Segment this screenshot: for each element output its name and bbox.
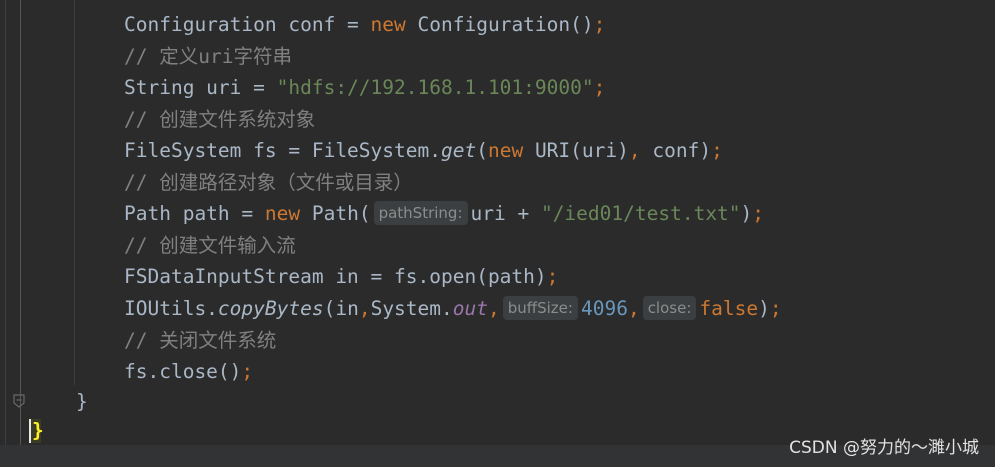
semicolon: ;	[593, 13, 606, 36]
gutter-divider	[20, 0, 21, 445]
code-line-11[interactable]: // 关闭文件系统	[124, 325, 276, 357]
code-text: FileSystem fs = FileSystem.	[124, 139, 441, 162]
comment: // 创建文件系统对象	[124, 108, 316, 131]
semicolon: ;	[711, 139, 723, 162]
code-text: Path(	[300, 202, 371, 225]
caret-line-highlight[interactable]: }	[29, 419, 44, 443]
code-text: fs.close()	[124, 360, 242, 383]
code-line-9[interactable]: FSDataInputStream in = fs.open(path);	[124, 261, 558, 293]
code-line-1[interactable]: Configuration conf = new Configuration()…	[124, 9, 605, 41]
code-line-8[interactable]: // 创建文件输入流	[124, 230, 296, 262]
static-method: copyBytes	[217, 297, 324, 320]
string-literal: "hdfs://192.168.1.101:9000"	[276, 76, 594, 99]
keyword-new: new	[370, 13, 406, 36]
code-line-12[interactable]: fs.close();	[124, 356, 253, 388]
keyword-new: new	[487, 139, 524, 162]
string-literal: "/ied01/test.txt"	[540, 202, 741, 225]
code-text: )	[758, 297, 770, 320]
closing-brace-method[interactable]: }	[76, 386, 88, 418]
parameter-hint: pathString:	[373, 200, 468, 225]
code-line-7[interactable]: Path path = new Path(pathString: uri + "/…	[124, 198, 764, 230]
code-text: IOUtils.	[124, 297, 218, 320]
code-text: uri +	[470, 202, 541, 225]
parameter-hint: close:	[642, 295, 697, 320]
code-line-2[interactable]: // 定义uri字符串	[124, 41, 292, 73]
comment: // 创建路径对象（文件或目录）	[124, 171, 413, 194]
number-literal: 4096	[580, 297, 628, 320]
code-text: System.	[370, 297, 453, 320]
semicolon: ;	[241, 360, 254, 383]
brace: }	[76, 390, 88, 413]
code-text: URI(uri)	[523, 139, 629, 162]
comma: ,	[627, 297, 640, 320]
closing-brace-class: }	[32, 419, 44, 442]
static-field: out	[452, 297, 488, 320]
semicolon: ;	[752, 202, 765, 225]
code-text: FSDataInputStream in = fs.open(path)	[124, 265, 547, 288]
semicolon: ;	[546, 265, 559, 288]
indent-guide	[74, 0, 75, 385]
code-text: Path path =	[124, 202, 265, 225]
text-caret	[29, 419, 31, 443]
code-line-4[interactable]: // 创建文件系统对象	[124, 104, 315, 136]
code-text: (in	[323, 297, 359, 320]
code-text: (	[476, 139, 488, 162]
code-text: Configuration conf =	[124, 13, 371, 36]
code-line-6[interactable]: // 创建路径对象（文件或目录）	[124, 167, 413, 199]
semicolon: ;	[769, 297, 782, 320]
fold-marker-icon[interactable]	[13, 394, 25, 408]
gutter-edge	[5, 0, 6, 445]
static-method: get	[440, 139, 477, 162]
fold-marker-shape	[13, 394, 25, 408]
comma: ,	[488, 297, 500, 320]
semicolon: ;	[593, 76, 606, 99]
keyword-new: new	[264, 202, 301, 225]
code-text: conf)	[640, 139, 712, 162]
comment: // 定义uri字符串	[124, 45, 292, 68]
code-line-3[interactable]: String uri = "hdfs://192.168.1.101:9000"…	[124, 72, 605, 104]
comment: // 关闭文件系统	[124, 329, 277, 352]
parameter-hint: buffSize:	[502, 295, 578, 320]
code-line-10[interactable]: IOUtils.copyBytes(in,System.out, buffSize…	[124, 293, 782, 325]
comma: ,	[628, 139, 641, 162]
code-text: String uri =	[124, 76, 277, 99]
comma: ,	[358, 297, 371, 320]
code-text: Configuration()	[405, 13, 594, 36]
comment: // 创建文件输入流	[124, 234, 296, 257]
code-text: )	[740, 202, 753, 225]
keyword-false: false	[699, 297, 759, 320]
watermark-text: CSDN @努力的～濉小城	[789, 438, 979, 458]
code-line-5[interactable]: FileSystem fs = FileSystem.get(new URI(u…	[124, 135, 723, 167]
